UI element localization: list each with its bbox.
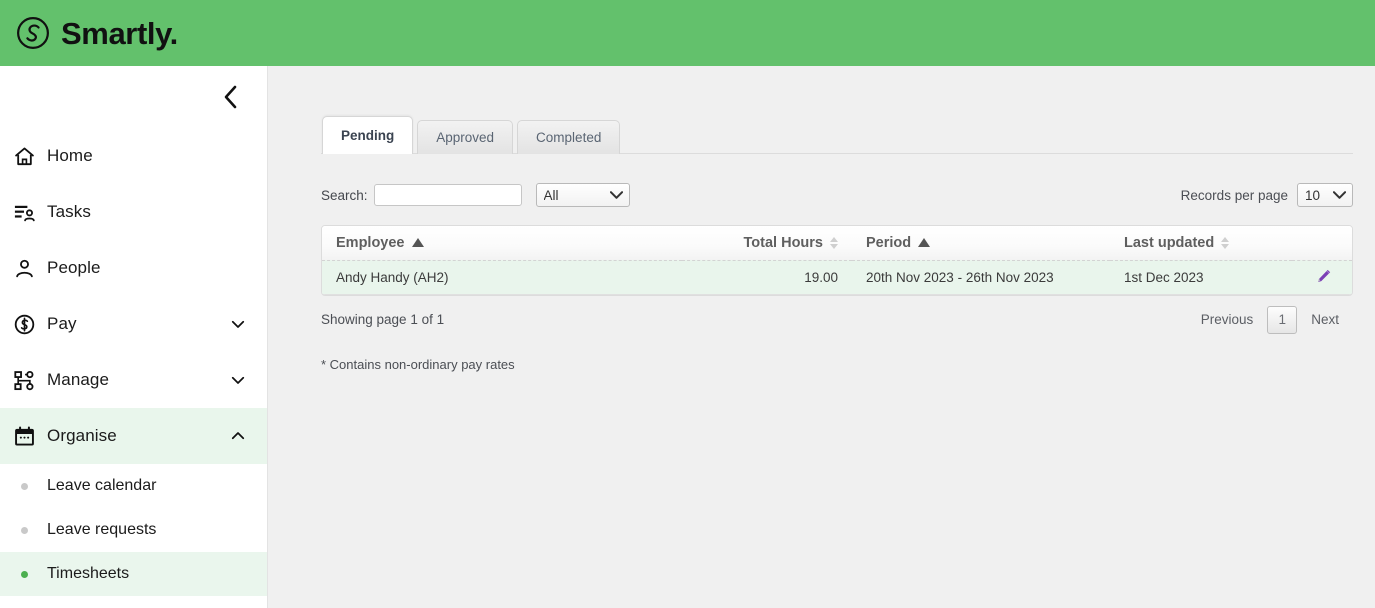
chevron-left-icon bbox=[222, 84, 239, 110]
smartly-logo-icon bbox=[16, 16, 50, 50]
pagination-previous[interactable]: Previous bbox=[1187, 307, 1268, 333]
chevron-down-icon[interactable] bbox=[229, 315, 247, 333]
sidebar-item-organise[interactable]: Organise bbox=[0, 408, 267, 464]
org-chart-icon bbox=[8, 366, 40, 394]
calendar-icon bbox=[8, 422, 40, 450]
sidebar-subnav-organise: Leave calendar Leave requests Timesheets bbox=[0, 464, 267, 596]
sidebar-subitem-label: Leave requests bbox=[47, 521, 156, 539]
search-input[interactable] bbox=[374, 184, 522, 206]
sidebar: Home Tasks People bbox=[0, 66, 268, 608]
chevron-down-icon[interactable] bbox=[229, 371, 247, 389]
cell-last-updated: 1st Dec 2023 bbox=[1110, 260, 1292, 294]
sidebar-item-label: Organise bbox=[47, 426, 117, 446]
main-content: Pending Approved Completed Search: All R… bbox=[269, 66, 1375, 608]
pagination: Previous 1 Next bbox=[1187, 306, 1353, 334]
sidebar-item-label: Home bbox=[47, 146, 93, 166]
column-label: Last updated bbox=[1124, 235, 1214, 251]
records-per-page-label: Records per page bbox=[1181, 188, 1288, 203]
cell-actions bbox=[1292, 260, 1352, 294]
records-per-page-group: Records per page 10 bbox=[1181, 183, 1353, 207]
chevron-up-icon[interactable] bbox=[229, 427, 247, 445]
dollar-circle-icon bbox=[8, 310, 40, 338]
pagination-next[interactable]: Next bbox=[1297, 307, 1353, 333]
records-per-page-select[interactable]: 10 bbox=[1297, 183, 1353, 207]
records-per-page-select-wrap: 10 bbox=[1297, 183, 1353, 207]
timesheets-table: Employee Total Hours P bbox=[321, 225, 1353, 296]
sidebar-subitem-leave-requests[interactable]: Leave requests bbox=[0, 508, 267, 552]
table-header-row: Employee Total Hours P bbox=[322, 226, 1352, 260]
sidebar-item-people[interactable]: People bbox=[0, 240, 267, 296]
column-header-last-updated[interactable]: Last updated bbox=[1110, 226, 1292, 260]
bullet-dot-icon bbox=[8, 483, 40, 490]
home-icon bbox=[8, 142, 40, 170]
column-header-period[interactable]: Period bbox=[852, 226, 1110, 260]
sort-ascending-icon bbox=[412, 238, 424, 247]
cell-employee: Andy Handy (AH2) bbox=[322, 260, 682, 294]
filter-select[interactable]: All bbox=[536, 183, 630, 207]
sort-unsorted-icon bbox=[1221, 237, 1229, 249]
sidebar-subitem-timesheets[interactable]: Timesheets bbox=[0, 552, 267, 596]
tab-completed[interactable]: Completed bbox=[517, 120, 620, 154]
cell-period: 20th Nov 2023 - 26th Nov 2023 bbox=[852, 260, 1110, 294]
tasks-icon bbox=[8, 198, 40, 226]
sidebar-item-label: Tasks bbox=[47, 202, 91, 222]
sidebar-item-label: People bbox=[47, 258, 101, 278]
tab-approved[interactable]: Approved bbox=[417, 120, 513, 154]
pencil-edit-icon[interactable] bbox=[1312, 265, 1334, 287]
column-label: Employee bbox=[336, 235, 405, 251]
sidebar-collapse-row bbox=[0, 66, 267, 128]
filter-select-wrap: All bbox=[536, 183, 630, 207]
app-header: Smartly. bbox=[0, 0, 1375, 66]
sidebar-item-label: Pay bbox=[47, 314, 77, 334]
bullet-dot-icon bbox=[8, 571, 40, 578]
sidebar-item-home[interactable]: Home bbox=[0, 128, 267, 184]
brand[interactable]: Smartly. bbox=[16, 16, 178, 50]
pagination-page-1[interactable]: 1 bbox=[1267, 306, 1297, 334]
sidebar-item-label: Manage bbox=[47, 370, 109, 390]
showing-page-text: Showing page 1 of 1 bbox=[321, 312, 444, 327]
sort-unsorted-icon bbox=[830, 237, 838, 249]
cell-total-hours: 19.00 bbox=[682, 260, 852, 294]
sort-ascending-icon bbox=[918, 238, 930, 247]
sidebar-subitem-leave-calendar[interactable]: Leave calendar bbox=[0, 464, 267, 508]
column-header-total-hours[interactable]: Total Hours bbox=[682, 226, 852, 260]
timesheet-tabs: Pending Approved Completed bbox=[321, 118, 1353, 154]
column-label: Period bbox=[866, 235, 911, 251]
sidebar-item-tasks[interactable]: Tasks bbox=[0, 184, 267, 240]
person-icon bbox=[8, 254, 40, 282]
sidebar-item-pay[interactable]: Pay bbox=[0, 296, 267, 352]
table-footer: Showing page 1 of 1 Previous 1 Next bbox=[321, 306, 1353, 334]
tab-pending[interactable]: Pending bbox=[322, 116, 413, 154]
sidebar-subitem-label: Leave calendar bbox=[47, 477, 156, 495]
sidebar-collapse-button[interactable] bbox=[215, 82, 245, 112]
table-row[interactable]: Andy Handy (AH2) 19.00 20th Nov 2023 - 2… bbox=[322, 260, 1352, 294]
sidebar-item-manage[interactable]: Manage bbox=[0, 352, 267, 408]
sidebar-subitem-label: Timesheets bbox=[47, 565, 129, 583]
column-header-employee[interactable]: Employee bbox=[322, 226, 682, 260]
brand-name: Smartly. bbox=[61, 18, 178, 49]
search-label: Search: bbox=[321, 188, 368, 203]
table-toolbar: Search: All Records per page 10 bbox=[321, 182, 1353, 208]
non-ordinary-pay-note: * Contains non-ordinary pay rates bbox=[321, 357, 1353, 372]
column-label: Total Hours bbox=[744, 235, 823, 251]
column-header-actions bbox=[1292, 226, 1352, 260]
bullet-dot-icon bbox=[8, 527, 40, 534]
